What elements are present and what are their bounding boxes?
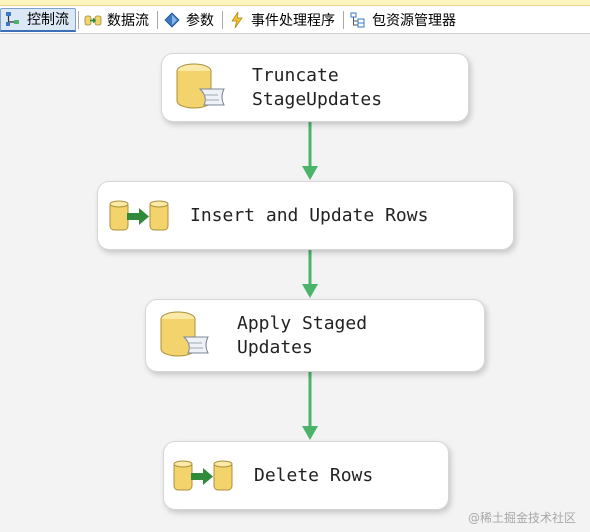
data-flow-task-icon xyxy=(109,200,169,230)
parameters-icon xyxy=(164,11,180,28)
tab-label: 参数 xyxy=(186,12,214,29)
tab-label: 控制流 xyxy=(27,12,69,28)
tab-control-flow[interactable]: 控制流 xyxy=(0,7,76,32)
watermark: @稀土掘金技术社区 xyxy=(467,511,576,525)
tab-label: 事件处理程序 xyxy=(251,12,335,29)
package-explorer-icon xyxy=(350,12,365,27)
tab-separator xyxy=(157,10,158,29)
tab-label: 数据流 xyxy=(107,12,149,29)
sql-task-icon xyxy=(160,311,209,356)
event-handlers-icon xyxy=(231,11,243,28)
precedence-arrow[interactable] xyxy=(300,372,320,444)
control-flow-canvas: Truncate StageUpdates Insert and Update … xyxy=(0,35,590,532)
task-label: Insert and Update Rows xyxy=(190,204,429,226)
control-flow-icon xyxy=(6,12,19,26)
task-truncate-stageupdates[interactable]: Truncate StageUpdates xyxy=(161,53,469,122)
tab-event-handlers[interactable]: 事件处理程序 xyxy=(225,8,341,32)
tab-separator xyxy=(343,10,344,29)
tab-package-explorer[interactable]: 包资源管理器 xyxy=(346,8,462,32)
task-label: Truncate StageUpdates xyxy=(252,64,383,110)
tab-parameters[interactable]: 参数 xyxy=(160,8,220,32)
designer-tab-bar: 控制流 数据流 参数 事件处理程序 包资源管理器 xyxy=(0,6,590,34)
data-flow-task-icon xyxy=(173,460,233,490)
data-flow-icon xyxy=(84,15,102,25)
task-label: Delete Rows xyxy=(254,464,374,486)
tab-separator xyxy=(222,10,223,29)
tab-label: 包资源管理器 xyxy=(372,12,456,29)
task-delete-rows[interactable]: Delete Rows xyxy=(163,441,449,510)
precedence-arrow[interactable] xyxy=(300,250,320,302)
task-apply-staged-updates[interactable]: Apply Staged Updates xyxy=(145,299,485,372)
sql-task-icon xyxy=(176,63,225,108)
task-label: Apply Staged Updates xyxy=(237,312,368,358)
precedence-arrow[interactable] xyxy=(300,122,320,184)
tab-separator xyxy=(78,10,79,29)
task-insert-and-update-rows[interactable]: Insert and Update Rows xyxy=(97,181,514,250)
tab-data-flow[interactable]: 数据流 xyxy=(81,8,155,32)
